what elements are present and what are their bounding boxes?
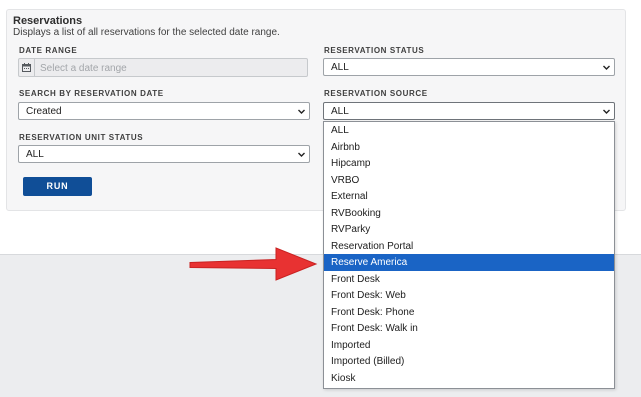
search-by-date-select[interactable]: Created <box>18 102 310 120</box>
date-range-input[interactable]: Select a date range <box>18 58 308 77</box>
annotation-arrow-icon <box>189 247 318 281</box>
unit-status-label: RESERVATION UNIT STATUS <box>19 133 144 142</box>
reservation-source-option[interactable]: Airbnb <box>324 139 614 156</box>
unit-status-value: ALL <box>26 149 44 160</box>
reservation-source-option[interactable]: Front Desk: Phone <box>324 304 614 321</box>
reservation-source-option[interactable]: Reservation Portal <box>324 238 614 255</box>
reservation-source-option[interactable]: VRBO <box>324 172 614 189</box>
chevron-down-icon <box>298 109 305 114</box>
reservation-source-option[interactable]: External <box>324 188 614 205</box>
reservation-source-option[interactable]: Kiosk <box>324 370 614 387</box>
reservation-source-select[interactable]: ALL <box>323 102 615 120</box>
reservation-source-option[interactable]: Imported <box>324 337 614 354</box>
reservation-source-option[interactable]: RVBooking <box>324 205 614 222</box>
date-range-placeholder: Select a date range <box>40 63 127 74</box>
reservation-source-option[interactable]: Front Desk <box>324 271 614 288</box>
date-range-label: DATE RANGE <box>19 46 78 55</box>
panel-description: Displays a list of all reservations for … <box>13 27 280 38</box>
reservation-source-option[interactable]: Imported (Billed) <box>324 353 614 370</box>
reservation-source-option[interactable]: Hipcamp <box>324 155 614 172</box>
chevron-down-icon <box>298 152 305 157</box>
panel-title: Reservations <box>13 15 83 27</box>
reservation-source-label: RESERVATION SOURCE <box>324 89 428 98</box>
reservation-source-options: ALL Airbnb Hipcamp VRBO External RVBooking RVP… <box>323 121 615 389</box>
unit-status-select[interactable]: ALL <box>18 145 310 163</box>
reservation-status-label: RESERVATION STATUS <box>324 46 425 55</box>
reservation-source-option[interactable]: RVParky <box>324 221 614 238</box>
reservation-status-select[interactable]: ALL <box>323 58 615 76</box>
search-by-date-value: Created <box>26 106 62 117</box>
reservation-source-option[interactable]: Front Desk: Walk in <box>324 320 614 337</box>
reservation-source-option[interactable]: ALL <box>324 122 614 139</box>
reservation-source-option[interactable]: Front Desk: Web <box>324 287 614 304</box>
reservation-source-value: ALL <box>331 106 349 117</box>
calendar-icon[interactable] <box>19 59 35 76</box>
chevron-down-icon <box>603 65 610 70</box>
reservation-status-value: ALL <box>331 62 349 73</box>
reservation-source-option[interactable]: Reserve America <box>324 254 614 271</box>
run-button[interactable]: RUN <box>23 177 92 196</box>
search-by-date-label: SEARCH BY RESERVATION DATE <box>19 89 164 98</box>
chevron-down-icon <box>603 109 610 114</box>
